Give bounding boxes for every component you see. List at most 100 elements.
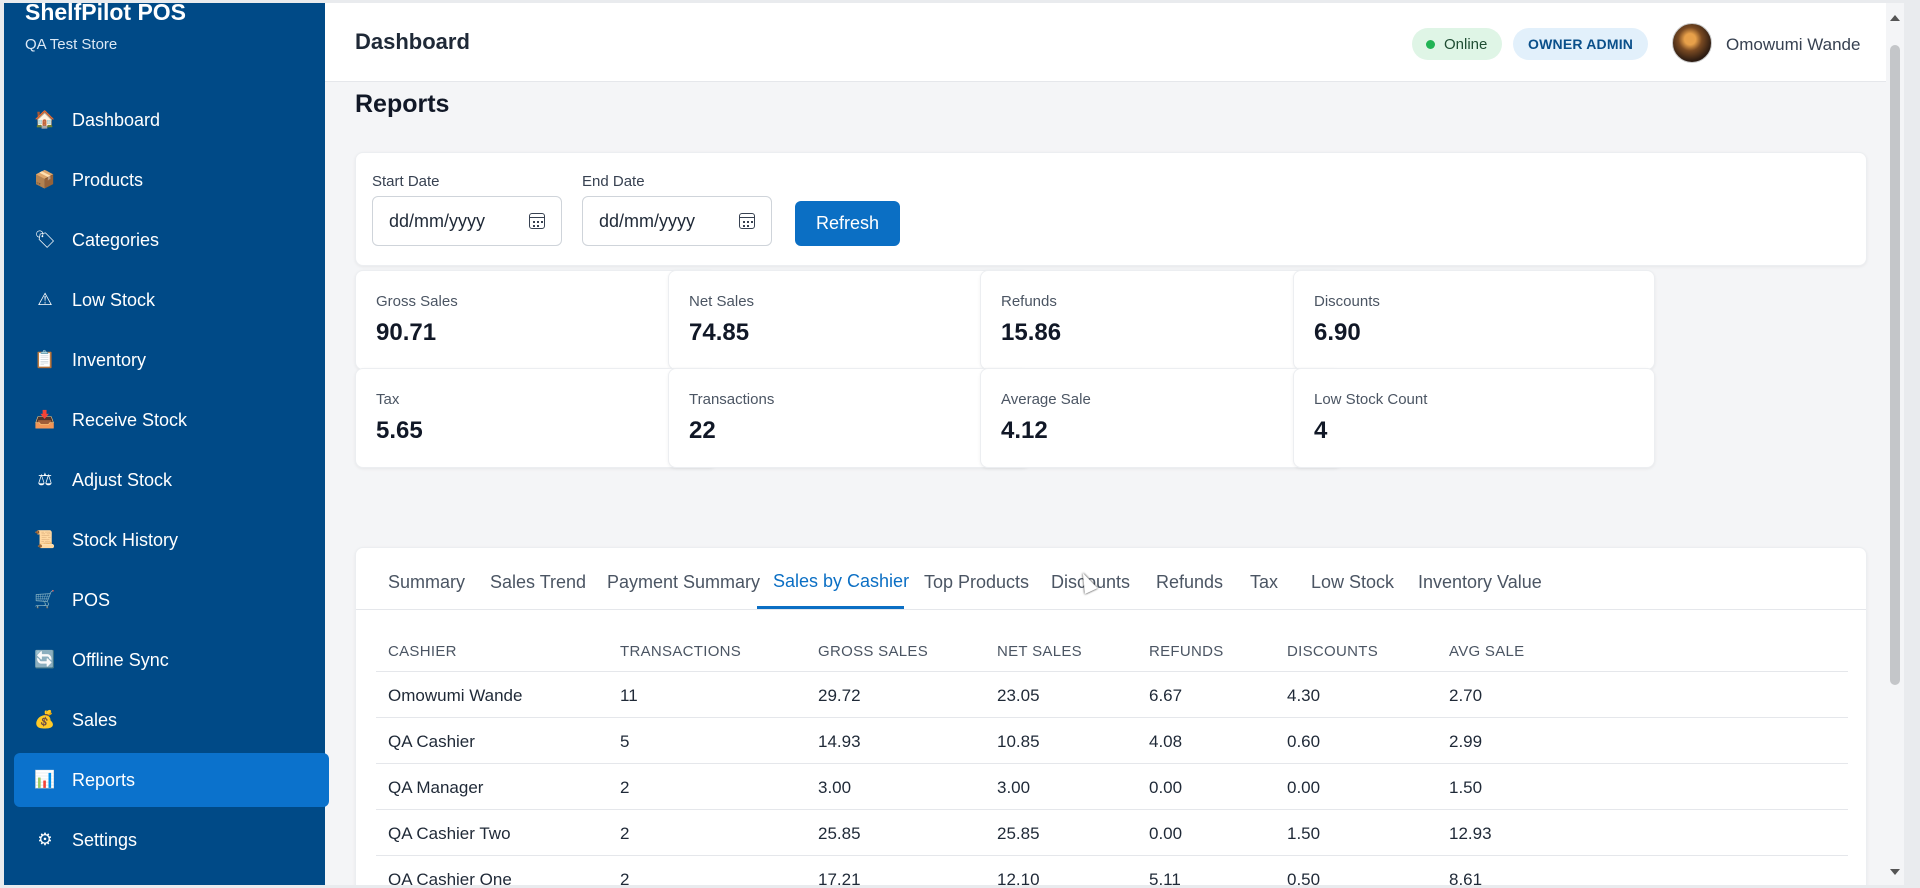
- table-cell: 2.70: [1449, 686, 1483, 705]
- tab-tax[interactable]: Tax: [1250, 572, 1278, 593]
- sidebar-item-offline-sync[interactable]: 🔄 Offline Sync: [14, 633, 329, 687]
- tab-low-stock[interactable]: Low Stock: [1311, 572, 1394, 593]
- table-cell: 5: [620, 732, 630, 751]
- page-title: Reports: [355, 90, 450, 118]
- tab-sales-by-cashier[interactable]: Sales by Cashier: [773, 571, 909, 592]
- vertical-scrollbar[interactable]: [1886, 3, 1904, 885]
- table-cell: 0.50: [1287, 870, 1321, 885]
- sidebar-item-label: Categories: [72, 229, 160, 250]
- sidebar-item-sales[interactable]: 💰 Sales: [14, 693, 329, 747]
- table-cell: 4.30: [1287, 686, 1321, 705]
- table-body: Omowumi Wande 11 29.72 23.05 6.67 4.30 2.70 QA …: [376, 672, 1848, 885]
- sidebar-item-pos[interactable]: 🛒 POS: [14, 573, 329, 627]
- sidebar-item-categories[interactable]: 🏷 Categories: [14, 213, 329, 267]
- sidebar-item-label: Sales: [72, 709, 118, 730]
- table-cell: 3.00: [997, 778, 1031, 797]
- clipboard-icon: 📋: [34, 350, 56, 369]
- stat-value: 6.90: [1314, 319, 1361, 346]
- inbox-icon: 📥: [34, 410, 56, 429]
- start-date-input[interactable]: dd/mm/yyyy: [372, 196, 562, 246]
- stat-card-low-stock-count: Low Stock Count 4: [1293, 368, 1655, 468]
- sidebar-item-low-stock[interactable]: ⚠ Low Stock: [14, 273, 329, 327]
- table-cell: 17.21: [818, 870, 861, 885]
- end-date-placeholder: dd/mm/yyyy: [599, 210, 696, 231]
- table-cell: 25.85: [997, 824, 1040, 843]
- table-cell: 0.60: [1287, 732, 1321, 751]
- end-date-input[interactable]: dd/mm/yyyy: [582, 196, 772, 246]
- tab-payment-summary[interactable]: Payment Summary: [607, 572, 760, 593]
- end-date-label: End Date: [582, 173, 645, 190]
- online-dot-icon: [1426, 39, 1435, 49]
- sidebar-item-stock-history[interactable]: 📜 Stock History: [14, 513, 329, 567]
- store-name: QA Test Store: [25, 36, 118, 53]
- table-cell: QA Cashier One: [388, 870, 512, 885]
- stat-card-refunds: Refunds 15.86: [980, 270, 1342, 370]
- calendar-icon[interactable]: [739, 213, 755, 229]
- online-status-label: Online: [1444, 35, 1488, 53]
- tab-sales-trend[interactable]: Sales Trend: [490, 572, 586, 593]
- table-row[interactable]: QA Cashier Two 2 25.85 25.85 0.00 1.50 12.93: [376, 810, 1848, 856]
- sidebar-item-reports[interactable]: 📊 Reports: [14, 753, 329, 807]
- sidebar-item-label: POS: [72, 589, 111, 610]
- sidebar-item-label: Settings: [72, 829, 138, 850]
- table-cell: 5.11: [1149, 870, 1181, 885]
- stat-label: Net Sales: [689, 293, 755, 310]
- stat-label: Transactions: [689, 391, 775, 408]
- sync-icon: 🔄: [34, 650, 56, 669]
- calendar-icon[interactable]: [529, 213, 545, 229]
- stat-value: 4.12: [1001, 417, 1048, 444]
- tab-refunds[interactable]: Refunds: [1156, 572, 1223, 593]
- brand-name: ShelfPilot POS: [25, 3, 187, 25]
- app-window: ShelfPilot POS QA Test Store 🏠 Dashboard 📦…: [4, 3, 1904, 885]
- table-cell: 2: [620, 824, 630, 843]
- scroll-thumb[interactable]: [1890, 45, 1900, 685]
- scroll-up-icon[interactable]: [1890, 15, 1900, 21]
- stat-value: 22: [689, 417, 716, 444]
- sidebar-item-label: Offline Sync: [72, 649, 169, 670]
- tab-summary[interactable]: Summary: [388, 572, 465, 593]
- tab-inventory-value[interactable]: Inventory Value: [1418, 572, 1542, 593]
- box-icon: 📦: [34, 170, 56, 189]
- sidebar-item-label: Stock History: [72, 529, 179, 550]
- stat-value: 4: [1314, 417, 1328, 444]
- top-bar-title: Dashboard: [355, 29, 470, 54]
- stat-card-tax: Tax 5.65: [355, 368, 717, 468]
- column-header: NET SALES: [997, 643, 1082, 660]
- stat-card-net-sales: Net Sales 74.85: [668, 270, 1030, 370]
- tag-icon: 🏷: [34, 230, 56, 249]
- avatar[interactable]: [1672, 23, 1712, 63]
- table-row[interactable]: QA Cashier One 2 17.21 12.10 5.11 0.50 8.61: [376, 856, 1848, 885]
- table-cell: 2.99: [1449, 732, 1483, 751]
- table-row[interactable]: QA Cashier 5 14.93 10.85 4.08 0.60 2.99: [376, 718, 1848, 764]
- scale-icon: ⚖: [37, 470, 53, 489]
- sidebar-item-adjust-stock[interactable]: ⚖ Adjust Stock: [14, 453, 329, 507]
- sidebar-item-dashboard[interactable]: 🏠 Dashboard: [14, 93, 329, 147]
- tab-top-products[interactable]: Top Products: [924, 572, 1029, 593]
- scroll-icon: 📜: [34, 530, 56, 549]
- bar-chart-icon: 📊: [34, 770, 56, 789]
- table-cell: 12.10: [997, 870, 1040, 885]
- stat-card-transactions: Transactions 22: [668, 368, 1030, 468]
- stat-label: Discounts: [1314, 293, 1380, 310]
- column-header: TRANSACTIONS: [620, 643, 742, 660]
- stat-label: Average Sale: [1001, 391, 1091, 408]
- table-row[interactable]: Omowumi Wande 11 29.72 23.05 6.67 4.30 2.70: [376, 672, 1848, 718]
- stat-card-gross-sales: Gross Sales 90.71: [355, 270, 717, 370]
- scroll-down-icon[interactable]: [1890, 869, 1900, 875]
- cart-icon: 🛒: [34, 590, 56, 609]
- sidebar-item-products[interactable]: 📦 Products: [14, 153, 329, 207]
- table-cell: 2: [620, 870, 630, 885]
- table-row[interactable]: QA Manager 2 3.00 3.00 0.00 0.00 1.50: [376, 764, 1848, 810]
- sidebar-item-settings[interactable]: ⚙ Settings: [14, 813, 329, 867]
- sidebar-item-label: Reports: [72, 769, 136, 790]
- user-name[interactable]: Omowumi Wande: [1726, 35, 1860, 55]
- column-header: REFUNDS: [1149, 643, 1224, 660]
- refresh-button[interactable]: Refresh: [795, 201, 900, 246]
- table-cell: 0.00: [1287, 778, 1321, 797]
- sidebar-item-receive-stock[interactable]: 📥 Receive Stock: [14, 393, 329, 447]
- filter-card: Start Date dd/mm/yyyy End Date dd/mm/yyy…: [355, 152, 1867, 266]
- table-cell: 14.93: [818, 732, 861, 751]
- sidebar-item-label: Adjust Stock: [72, 469, 173, 490]
- sidebar-item-inventory[interactable]: 📋 Inventory: [14, 333, 329, 387]
- stat-value: 74.85: [689, 319, 750, 346]
